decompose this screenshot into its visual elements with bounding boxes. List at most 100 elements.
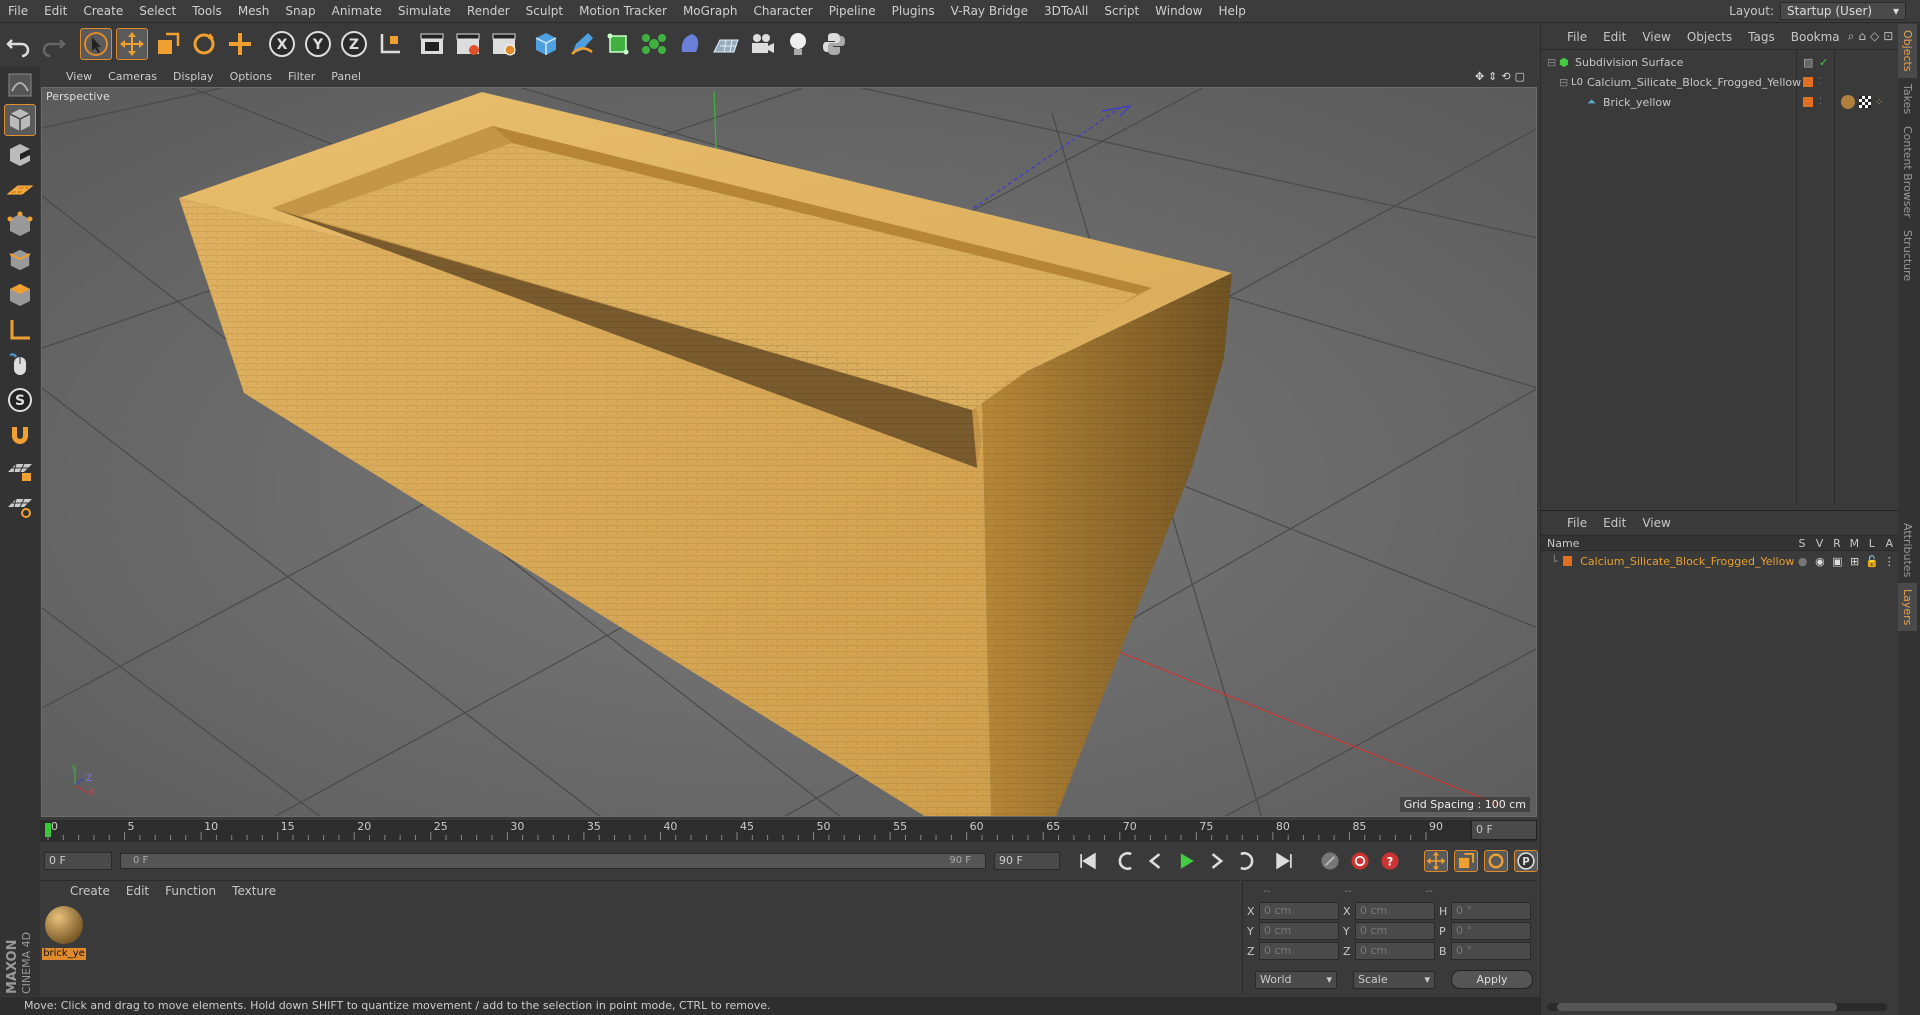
deformer-button[interactable] [674,28,706,60]
viewport-menu-display[interactable]: Display [165,70,222,83]
layout-dropdown[interactable]: Startup (User) ▾ [1780,2,1906,20]
points-mode-button[interactable] [4,209,36,241]
tree-expand-icon[interactable]: ⊟ [1547,56,1559,69]
move-tool-button[interactable] [116,28,148,60]
lock-toggle-icon[interactable]: 🔓 [1863,555,1880,568]
magnet-button[interactable] [4,419,36,451]
autokey-button[interactable] [1348,850,1372,872]
menu-sculpt[interactable]: Sculpt [518,4,571,18]
menu-character[interactable]: Character [745,4,820,18]
add-transform-button[interactable] [224,28,256,60]
tab-layers[interactable]: Layers [1898,583,1917,632]
object-menu-bookmarks[interactable]: Bookma [1783,30,1848,44]
object-menu-objects[interactable]: Objects [1679,30,1740,44]
play-button[interactable] [1174,850,1198,872]
tweak-mode-button[interactable] [4,349,36,381]
menu-edit[interactable]: Edit [36,4,75,18]
menu-tools[interactable]: Tools [184,4,230,18]
material-menu-create[interactable]: Create [62,884,118,898]
menu-script[interactable]: Script [1096,4,1147,18]
menu-help[interactable]: Help [1210,4,1253,18]
viewport-menu-view[interactable]: View [58,70,100,83]
edges-mode-button[interactable] [4,244,36,276]
apply-button[interactable]: Apply [1451,970,1533,989]
position-field[interactable]: 0 cm [1259,902,1339,920]
python-button[interactable] [818,28,850,60]
edit-render-settings-button[interactable] [488,28,520,60]
cube-button[interactable] [530,28,562,60]
layer-menu-view[interactable]: View [1634,516,1678,530]
cloner-button[interactable] [638,28,670,60]
uvw-tag-icon[interactable] [1859,96,1871,108]
object-menu-view[interactable]: View [1634,30,1678,44]
viewport-menu-options[interactable]: Options [222,70,280,83]
tree-expand-icon[interactable]: ⊟ [1559,76,1571,89]
x-axis-button[interactable]: X [266,28,298,60]
floor-button[interactable] [710,28,742,60]
visibility-dots-icon[interactable]: ⁚ [1819,97,1822,107]
layer-color-icon[interactable] [1562,556,1573,566]
view-toggle-icon[interactable]: ◉ [1811,555,1828,568]
menu-simulate[interactable]: Simulate [390,4,459,18]
menu-snap[interactable]: Snap [277,4,323,18]
timeline-ruler[interactable]: 0 5 10 15 20 25 30 35 40 45 50 55 60 65 70 75 80 85 90 0 F [40,820,1537,842]
make-editable-button[interactable] [4,69,36,101]
rotation-field[interactable]: 0 ° [1451,902,1531,920]
menu-window[interactable]: Window [1147,4,1210,18]
coord-size-mode-dropdown[interactable]: Scale ▾ [1353,971,1435,989]
menu-vray-bridge[interactable]: V-Ray Bridge [943,4,1036,18]
menu-plugins[interactable]: Plugins [884,4,943,18]
rotation-key-button[interactable] [1484,850,1508,872]
size-field[interactable]: 0 cm [1355,902,1435,920]
phong-tag-icon[interactable]: ⁘ [1875,97,1883,108]
layer-row[interactable]: └ Calcium_Silicate_Block_Frogged_Yellow … [1541,551,1898,571]
snap-button[interactable]: S [4,384,36,416]
rotate-tool-button[interactable] [188,28,220,60]
menu-pipeline[interactable]: Pipeline [821,4,884,18]
model-mode-button[interactable] [4,104,36,136]
menu-file[interactable]: File [0,4,36,18]
enabled-check-icon[interactable]: ✓ [1819,56,1828,69]
tab-takes[interactable]: Takes [1898,78,1917,120]
menu-motion-tracker[interactable]: Motion Tracker [571,4,675,18]
redo-button[interactable] [38,28,70,60]
go-to-start-button[interactable] [1076,850,1100,872]
y-axis-button[interactable]: Y [302,28,334,60]
animation-toggle-icon[interactable]: ⋮ [1881,555,1898,568]
rotation-field[interactable]: 0 ° [1451,922,1531,940]
select-tool-button[interactable] [80,28,112,60]
scrollbar-thumb[interactable] [1557,1003,1837,1011]
lock-workplane-button[interactable] [4,454,36,486]
object-row-subdivision[interactable]: ⊟ ⬢ Subdivision Surface ▨ ✓ [1541,52,1898,72]
position-field[interactable]: 0 cm [1259,922,1339,940]
tab-structure[interactable]: Structure [1898,224,1917,287]
render-picture-viewer-button[interactable] [452,28,484,60]
layer-horizontal-scrollbar[interactable] [1547,1003,1887,1011]
object-menu-edit[interactable]: Edit [1595,30,1634,44]
viewport-menu-cameras[interactable]: Cameras [100,70,165,83]
render-view-button[interactable] [416,28,448,60]
menu-animate[interactable]: Animate [324,4,390,18]
viewport-nav-icons[interactable]: ✥⇕⟲▢ [1475,70,1537,83]
tab-objects[interactable]: Objects [1898,24,1917,78]
size-field[interactable]: 0 cm [1355,922,1435,940]
end-frame-field[interactable]: 90 F [994,852,1060,870]
viewport-menu-panel[interactable]: Panel [323,70,369,83]
position-field[interactable]: 0 cm [1259,942,1339,960]
object-menu-tags[interactable]: Tags [1740,30,1783,44]
polygons-mode-button[interactable] [4,279,36,311]
viewport-menu-filter[interactable]: Filter [280,70,323,83]
subdivision-button[interactable] [602,28,634,60]
layer-menu-edit[interactable]: Edit [1595,516,1634,530]
position-key-button[interactable] [1424,850,1448,872]
render-toggle-icon[interactable]: ▣ [1829,555,1846,568]
current-frame-input[interactable]: 0 F [1471,820,1537,840]
viewport-canvas[interactable]: Perspective Y Z X Grid Spacing : 100 cm [41,87,1537,817]
menu-create[interactable]: Create [75,4,131,18]
visibility-toggle-icon[interactable]: ▨ [1803,56,1813,69]
scale-tool-button[interactable] [152,28,184,60]
layer-color-icon[interactable] [1803,77,1813,87]
scale-key-button[interactable] [1454,850,1478,872]
visibility-dots-icon[interactable]: ⁚ [1819,77,1822,87]
size-field[interactable]: 0 cm [1355,942,1435,960]
